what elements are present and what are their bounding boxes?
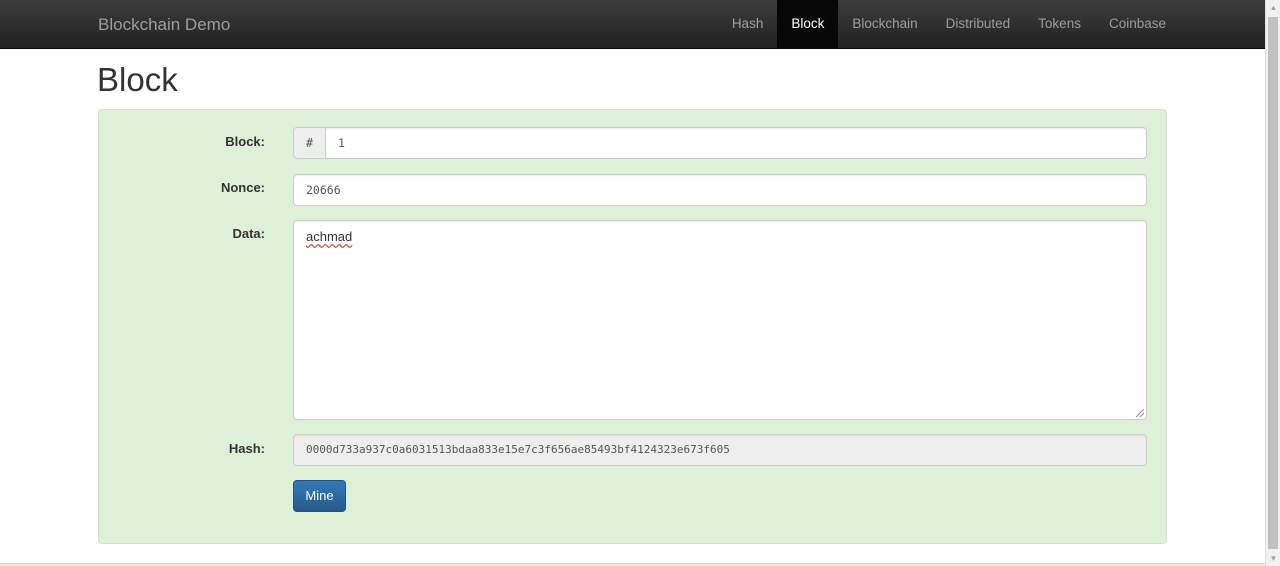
resize-grip-icon[interactable] (1136, 409, 1144, 417)
scroll-up-arrow-icon[interactable]: ▲ (1266, 0, 1280, 15)
block-number-prefix: # (293, 127, 325, 159)
nav-item-hash[interactable]: Hash (718, 0, 778, 48)
hash-output: 0000d733a937c0a6031513bdaa833e15e7c3f656… (293, 434, 1147, 466)
vertical-scrollbar[interactable]: ▲ ▼ (1265, 0, 1280, 566)
nav-item-coinbase[interactable]: Coinbase (1095, 0, 1180, 48)
nav-menu: Hash Block Blockchain Distributed Tokens… (718, 0, 1180, 48)
nav-item-tokens[interactable]: Tokens (1024, 0, 1095, 48)
block-number-input[interactable]: 1 (325, 127, 1147, 159)
nonce-label: Nonce: (220, 180, 265, 195)
nonce-input[interactable]: 20666 (293, 174, 1147, 206)
data-label: Data: (232, 226, 265, 241)
data-text: achmad (306, 229, 353, 244)
data-textarea[interactable]: achmad (293, 220, 1147, 420)
block-label: Block: (225, 134, 265, 149)
top-navbar: Blockchain Demo Hash Block Blockchain Di… (0, 0, 1265, 49)
scroll-down-arrow-icon[interactable]: ▼ (1266, 551, 1280, 566)
nav-item-block[interactable]: Block (777, 0, 839, 48)
block-well: Block: # 1 Nonce: 20666 Data: achmad Has… (98, 109, 1167, 544)
nav-item-distributed[interactable]: Distributed (932, 0, 1025, 48)
page-title: Block (97, 61, 178, 98)
navbar-brand[interactable]: Blockchain Demo (98, 0, 230, 49)
block-number-group: # 1 (293, 127, 1147, 159)
nav-item-blockchain[interactable]: Blockchain (838, 0, 931, 48)
mine-button[interactable]: Mine (293, 480, 346, 512)
scroll-thumb[interactable] (1268, 17, 1278, 549)
hash-label: Hash: (228, 441, 265, 456)
